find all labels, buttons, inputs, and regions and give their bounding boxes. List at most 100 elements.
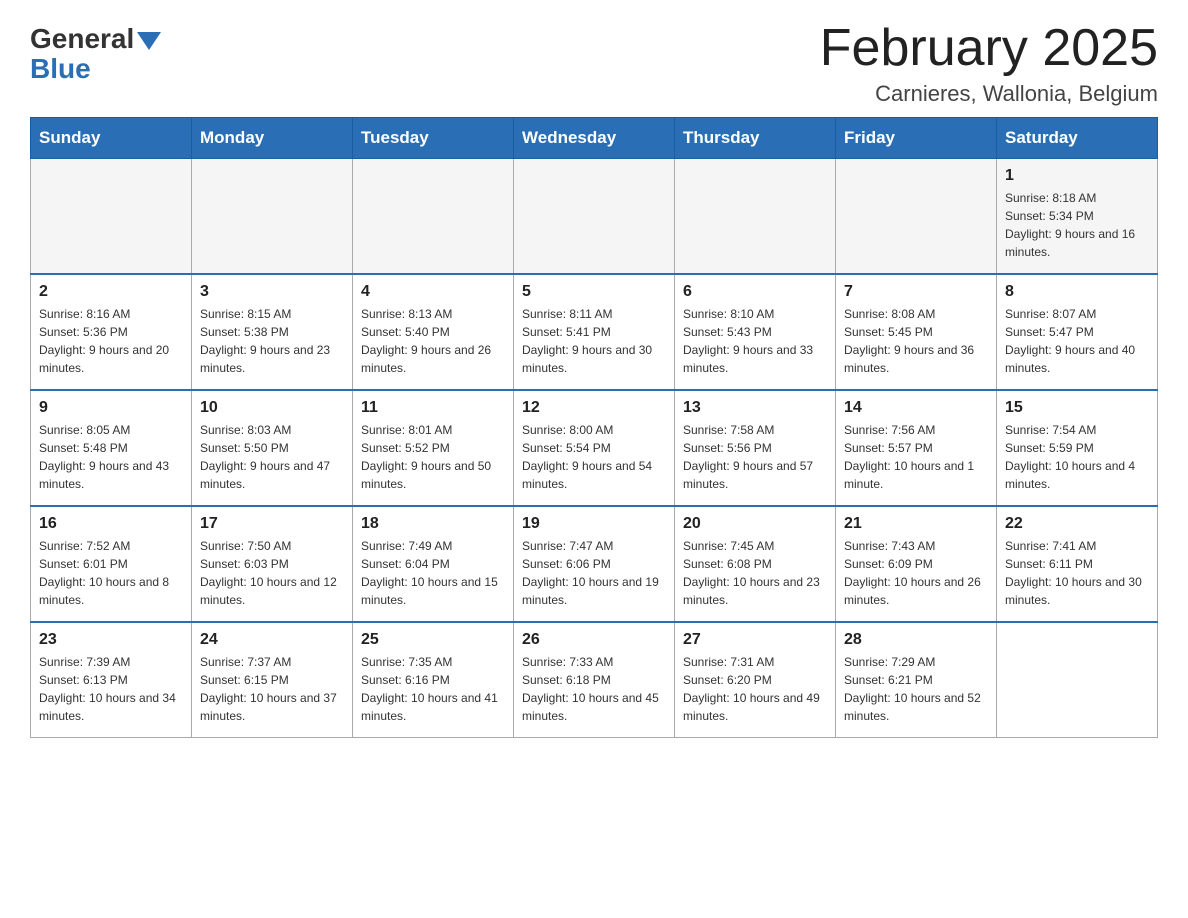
calendar-cell	[31, 159, 192, 275]
day-info: Sunrise: 7:29 AM Sunset: 6:21 PM Dayligh…	[844, 653, 988, 725]
day-number: 20	[683, 515, 827, 533]
header-wednesday: Wednesday	[514, 118, 675, 159]
day-number: 28	[844, 631, 988, 649]
day-number: 5	[522, 283, 666, 301]
calendar-cell: 14 Sunrise: 7:56 AM Sunset: 5:57 PM Dayli…	[836, 390, 997, 506]
day-info: Sunrise: 8:07 AM Sunset: 5:47 PM Dayligh…	[1005, 305, 1149, 377]
day-info: Sunrise: 8:05 AM Sunset: 5:48 PM Dayligh…	[39, 421, 183, 493]
day-number: 24	[200, 631, 344, 649]
calendar-cell: 25 Sunrise: 7:35 AM Sunset: 6:16 PM Dayli…	[353, 622, 514, 738]
day-number: 27	[683, 631, 827, 649]
calendar-table: Sunday Monday Tuesday Wednesday Thursday…	[30, 117, 1158, 738]
calendar-cell: 6 Sunrise: 8:10 AM Sunset: 5:43 PM Daylig…	[675, 274, 836, 390]
page-header: General Blue February 2025 Carnieres, Wa…	[30, 20, 1158, 107]
calendar-cell: 13 Sunrise: 7:58 AM Sunset: 5:56 PM Dayli…	[675, 390, 836, 506]
calendar-cell: 23 Sunrise: 7:39 AM Sunset: 6:13 PM Dayli…	[31, 622, 192, 738]
day-info: Sunrise: 7:31 AM Sunset: 6:20 PM Dayligh…	[683, 653, 827, 725]
logo-arrow-icon	[137, 32, 161, 50]
location-subtitle: Carnieres, Wallonia, Belgium	[820, 81, 1158, 107]
day-number: 22	[1005, 515, 1149, 533]
day-info: Sunrise: 8:18 AM Sunset: 5:34 PM Dayligh…	[1005, 189, 1149, 261]
day-info: Sunrise: 7:33 AM Sunset: 6:18 PM Dayligh…	[522, 653, 666, 725]
calendar-cell: 4 Sunrise: 8:13 AM Sunset: 5:40 PM Daylig…	[353, 274, 514, 390]
day-number: 25	[361, 631, 505, 649]
day-info: Sunrise: 8:00 AM Sunset: 5:54 PM Dayligh…	[522, 421, 666, 493]
day-number: 14	[844, 399, 988, 417]
day-number: 18	[361, 515, 505, 533]
day-info: Sunrise: 8:15 AM Sunset: 5:38 PM Dayligh…	[200, 305, 344, 377]
day-info: Sunrise: 8:11 AM Sunset: 5:41 PM Dayligh…	[522, 305, 666, 377]
calendar-cell: 10 Sunrise: 8:03 AM Sunset: 5:50 PM Dayli…	[192, 390, 353, 506]
day-info: Sunrise: 7:49 AM Sunset: 6:04 PM Dayligh…	[361, 537, 505, 609]
day-number: 6	[683, 283, 827, 301]
logo-text: General	[30, 25, 161, 53]
calendar-cell: 22Sunrise: 7:41 AM Sunset: 6:11 PM Dayli…	[997, 506, 1158, 622]
calendar-cell: 27 Sunrise: 7:31 AM Sunset: 6:20 PM Dayli…	[675, 622, 836, 738]
calendar-cell: 9Sunrise: 8:05 AM Sunset: 5:48 PM Daylig…	[31, 390, 192, 506]
calendar-cell: 11 Sunrise: 8:01 AM Sunset: 5:52 PM Dayli…	[353, 390, 514, 506]
calendar-cell: 12 Sunrise: 8:00 AM Sunset: 5:54 PM Dayli…	[514, 390, 675, 506]
calendar-cell: 7Sunrise: 8:08 AM Sunset: 5:45 PM Daylig…	[836, 274, 997, 390]
day-info: Sunrise: 7:37 AM Sunset: 6:15 PM Dayligh…	[200, 653, 344, 725]
calendar-cell: 1Sunrise: 8:18 AM Sunset: 5:34 PM Daylig…	[997, 159, 1158, 275]
day-number: 3	[200, 283, 344, 301]
header-monday: Monday	[192, 118, 353, 159]
day-info: Sunrise: 8:13 AM Sunset: 5:40 PM Dayligh…	[361, 305, 505, 377]
day-number: 13	[683, 399, 827, 417]
month-title: February 2025	[820, 20, 1158, 77]
day-info: Sunrise: 7:35 AM Sunset: 6:16 PM Dayligh…	[361, 653, 505, 725]
day-info: Sunrise: 7:43 AM Sunset: 6:09 PM Dayligh…	[844, 537, 988, 609]
day-info: Sunrise: 7:58 AM Sunset: 5:56 PM Dayligh…	[683, 421, 827, 493]
calendar-cell: 28 Sunrise: 7:29 AM Sunset: 6:21 PM Dayli…	[836, 622, 997, 738]
day-info: Sunrise: 7:45 AM Sunset: 6:08 PM Dayligh…	[683, 537, 827, 609]
calendar-cell: 3 Sunrise: 8:15 AM Sunset: 5:38 PM Daylig…	[192, 274, 353, 390]
logo: General Blue	[30, 20, 161, 85]
day-info: Sunrise: 8:03 AM Sunset: 5:50 PM Dayligh…	[200, 421, 344, 493]
calendar-cell: 19 Sunrise: 7:47 AM Sunset: 6:06 PM Dayli…	[514, 506, 675, 622]
day-number: 26	[522, 631, 666, 649]
calendar-cell	[997, 622, 1158, 738]
day-info: Sunrise: 7:50 AM Sunset: 6:03 PM Dayligh…	[200, 537, 344, 609]
day-number: 8	[1005, 283, 1149, 301]
day-number: 4	[361, 283, 505, 301]
calendar-cell: 24 Sunrise: 7:37 AM Sunset: 6:15 PM Dayli…	[192, 622, 353, 738]
day-number: 21	[844, 515, 988, 533]
day-info: Sunrise: 7:54 AM Sunset: 5:59 PM Dayligh…	[1005, 421, 1149, 493]
day-number: 7	[844, 283, 988, 301]
day-number: 17	[200, 515, 344, 533]
calendar-cell: 18 Sunrise: 7:49 AM Sunset: 6:04 PM Dayli…	[353, 506, 514, 622]
calendar-cell: 26 Sunrise: 7:33 AM Sunset: 6:18 PM Dayli…	[514, 622, 675, 738]
calendar-cell	[514, 159, 675, 275]
day-info: Sunrise: 8:01 AM Sunset: 5:52 PM Dayligh…	[361, 421, 505, 493]
day-info: Sunrise: 7:39 AM Sunset: 6:13 PM Dayligh…	[39, 653, 183, 725]
header-saturday: Saturday	[997, 118, 1158, 159]
day-number: 16	[39, 515, 183, 533]
calendar-cell: 5 Sunrise: 8:11 AM Sunset: 5:41 PM Daylig…	[514, 274, 675, 390]
day-number: 19	[522, 515, 666, 533]
logo-general: General	[30, 25, 134, 53]
day-info: Sunrise: 7:47 AM Sunset: 6:06 PM Dayligh…	[522, 537, 666, 609]
calendar-cell	[192, 159, 353, 275]
calendar-cell	[836, 159, 997, 275]
calendar-cell: 20 Sunrise: 7:45 AM Sunset: 6:08 PM Dayli…	[675, 506, 836, 622]
day-info: Sunrise: 7:56 AM Sunset: 5:57 PM Dayligh…	[844, 421, 988, 493]
calendar-cell: 8 Sunrise: 8:07 AM Sunset: 5:47 PM Daylig…	[997, 274, 1158, 390]
calendar-header-row: Sunday Monday Tuesday Wednesday Thursday…	[31, 118, 1158, 159]
calendar-cell: 17 Sunrise: 7:50 AM Sunset: 6:03 PM Dayli…	[192, 506, 353, 622]
calendar-cell: 15 Sunrise: 7:54 AM Sunset: 5:59 PM Dayli…	[997, 390, 1158, 506]
day-number: 2	[39, 283, 183, 301]
logo-blue-text: Blue	[30, 53, 91, 85]
day-info: Sunrise: 8:10 AM Sunset: 5:43 PM Dayligh…	[683, 305, 827, 377]
header-thursday: Thursday	[675, 118, 836, 159]
day-number: 23	[39, 631, 183, 649]
day-number: 11	[361, 399, 505, 417]
day-number: 10	[200, 399, 344, 417]
calendar-cell	[675, 159, 836, 275]
header-friday: Friday	[836, 118, 997, 159]
calendar-cell: 16Sunrise: 7:52 AM Sunset: 6:01 PM Dayli…	[31, 506, 192, 622]
calendar-week-3: 9Sunrise: 8:05 AM Sunset: 5:48 PM Daylig…	[31, 390, 1158, 506]
day-number: 12	[522, 399, 666, 417]
day-number: 15	[1005, 399, 1149, 417]
calendar-week-5: 23 Sunrise: 7:39 AM Sunset: 6:13 PM Dayli…	[31, 622, 1158, 738]
calendar-week-4: 16Sunrise: 7:52 AM Sunset: 6:01 PM Dayli…	[31, 506, 1158, 622]
